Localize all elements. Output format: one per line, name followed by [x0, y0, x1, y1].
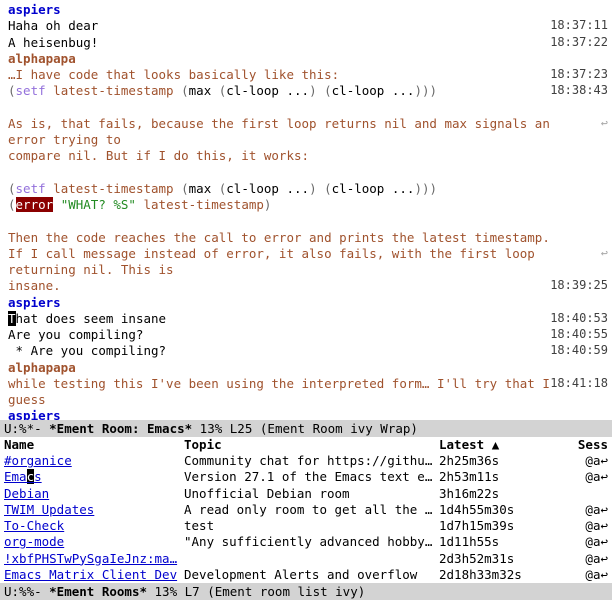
timestamp: 18:40:55 [550, 327, 608, 343]
chat-buffer[interactable]: aspiers Haha oh dear18:37:11 A heisenbug… [0, 0, 612, 420]
msg-text: As is, that fails, because the first loo… [8, 116, 550, 149]
room-link[interactable]: TWIM Updates [4, 502, 94, 517]
timestamp: 18:40:53 [550, 311, 608, 327]
msg-text: A heisenbug! [8, 35, 550, 51]
room-row[interactable]: #organice Community chat for https://gith… [4, 453, 608, 469]
timestamp: 18:40:59 [550, 343, 608, 359]
room-session: @a↩ [549, 551, 608, 567]
msg-text: insane. [8, 278, 550, 294]
timestamp: 18:38:43 [550, 83, 608, 99]
room-latest: 1d4h55m30s [439, 502, 549, 518]
room-latest: 3h16m22s [439, 486, 549, 502]
modeline-rooms[interactable]: U:%%- *Ement Rooms* 13% L7 (Ement room l… [0, 583, 612, 600]
timestamp: 18:37:23 [550, 67, 608, 83]
room-latest: 2d18h33m32s [439, 567, 549, 583]
room-link[interactable]: Debian [4, 486, 49, 501]
msg-text: Haha oh dear [8, 18, 550, 34]
room-latest: 1d11h55s [439, 534, 549, 550]
msg-text: If I call message instead of error, it a… [8, 246, 550, 279]
room-topic: Unofficial Debian room [184, 486, 439, 502]
nick-aspiers: aspiers [8, 295, 61, 310]
col-header-name[interactable]: Name [4, 437, 184, 453]
room-row[interactable]: org-mode "Any sufficiently advanced hobby… [4, 534, 608, 550]
code-line: (error "WHAT? %S" latest-timestamp) [8, 197, 550, 213]
room-session: @a↩ [549, 567, 608, 583]
msg-text: Are you compiling? [8, 327, 550, 343]
timestamp: 18:37:22 [550, 35, 608, 51]
text-cursor: c [27, 469, 35, 484]
room-row[interactable]: Debian Unofficial Debian room3h16m22s [4, 486, 608, 502]
nick-aspiers: aspiers [8, 2, 61, 17]
room-session: @a↩ [549, 469, 608, 485]
room-row[interactable]: TWIM Updates A read only room to get all … [4, 502, 608, 518]
room-row[interactable]: !xbfPHSTwPySgaIeJnz:ma… 2d3h52m31s@a↩ [4, 551, 608, 567]
room-row[interactable]: To-Check test1d7h15m39s@a↩ [4, 518, 608, 534]
msg-text: That does seem insane [8, 311, 550, 327]
room-latest: 2d3h52m31s [439, 551, 549, 567]
col-header-topic[interactable]: Topic [184, 437, 439, 453]
room-session [549, 486, 608, 502]
wrap-icon: ↩ [601, 116, 608, 130]
room-topic: A read only room to get all the … [184, 502, 439, 518]
col-header-session[interactable]: Sess [549, 437, 608, 453]
col-header-latest[interactable]: Latest ▲ [439, 437, 549, 453]
room-row[interactable]: Emacs Version 27.1 of the Emacs text e…2h… [4, 469, 608, 485]
msg-text: compare nil. But if I do this, it works: [8, 148, 550, 164]
room-link[interactable]: To-Check [4, 518, 64, 533]
timestamp: 18:41:18 [550, 376, 608, 409]
nick-aspiers: aspiers [8, 408, 61, 420]
buffer-name: *Ement Room: Emacs* [49, 421, 192, 436]
room-topic: Development Alerts and overflow [184, 567, 439, 583]
room-topic: Community chat for https://githu… [184, 453, 439, 469]
room-session: @a↩ [549, 502, 608, 518]
nick-alphapapa: alphapapa [8, 360, 76, 375]
room-topic: Version 27.1 of the Emacs text e… [184, 469, 439, 485]
room-session: @a↩ [549, 453, 608, 469]
sort-indicator-icon: ▲ [492, 437, 500, 452]
nick-alphapapa: alphapapa [8, 51, 76, 66]
room-topic: "Any sufficiently advanced hobby… [184, 534, 439, 550]
msg-text: while testing this I've been using the i… [8, 376, 550, 409]
text-cursor: T [8, 311, 16, 326]
room-row[interactable]: Emacs Matrix Client Dev Development Alert… [4, 567, 608, 583]
room-topic [184, 551, 439, 567]
msg-text: …I have code that looks basically like t… [8, 67, 550, 83]
msg-text: * Are you compiling? [8, 343, 550, 359]
room-topic: test [184, 518, 439, 534]
room-latest: 2h53m11s [439, 469, 549, 485]
code-line: (setf latest-timestamp (max (cl-loop ...… [8, 83, 550, 99]
buffer-name: *Ement Rooms* [49, 584, 147, 599]
room-latest: 2h25m36s [439, 453, 549, 469]
room-link[interactable]: Emacs [4, 469, 42, 484]
timestamp: 18:37:11 [550, 18, 608, 34]
rooms-buffer[interactable]: Name Topic Latest ▲ Sess #organice Commun… [0, 437, 612, 583]
room-link[interactable]: #organice [4, 453, 72, 468]
code-line: (setf latest-timestamp (max (cl-loop ...… [8, 181, 550, 197]
msg-text: Then the code reaches the call to error … [8, 230, 550, 246]
room-latest: 1d7h15m39s [439, 518, 549, 534]
room-link[interactable]: !xbfPHSTwPySgaIeJnz:ma… [4, 551, 177, 566]
timestamp: 18:39:25 [550, 278, 608, 294]
room-session: @a↩ [549, 534, 608, 550]
room-link[interactable]: org-mode [4, 534, 64, 549]
error-highlight: error [16, 197, 54, 212]
room-link[interactable]: Emacs Matrix Client Dev [4, 567, 177, 582]
room-session: @a↩ [549, 518, 608, 534]
modeline-chat[interactable]: U:%*- *Ement Room: Emacs* 13% L25 (Ement… [0, 420, 612, 437]
wrap-icon: ↩ [601, 246, 608, 260]
